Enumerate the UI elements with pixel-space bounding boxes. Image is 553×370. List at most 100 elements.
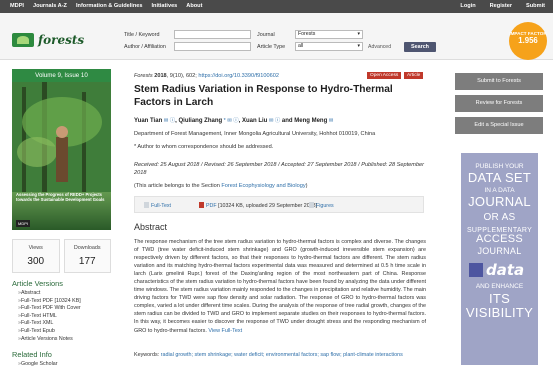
title-keyword-input[interactable] — [174, 30, 251, 39]
data-journal-advertisement[interactable]: PUBLISH YOUR DATA SET IN A DATA JOURNAL … — [461, 153, 538, 365]
abstract-text: The response mechanism of the tree stem … — [134, 238, 426, 335]
views-stat: Views 300 — [12, 239, 60, 273]
pdf-icon — [199, 202, 204, 208]
author-contact-icons[interactable]: ✉ ⓘ — [162, 118, 175, 124]
pdf-label: PDF — [206, 203, 217, 209]
top-navigation-bar: MDPI Journals A-Z Information & Guidelin… — [0, 0, 553, 13]
author-name[interactable]: Qiuliang Zhang — [178, 118, 222, 124]
article-type-badge: Article — [404, 72, 424, 79]
related-info-list: Google Scholar — [18, 361, 58, 369]
version-html-link[interactable]: Full-Text HTML — [18, 313, 81, 321]
article-type-select[interactable]: all — [295, 42, 363, 51]
nav-about[interactable]: About — [186, 3, 202, 9]
journal-cover-image[interactable]: Assessing the Progress of REDD+ Projects… — [12, 82, 111, 230]
ad-text: DATA SET — [467, 170, 532, 185]
submit-to-forests-button[interactable]: Submit to Forests — [455, 73, 543, 90]
version-xml-link[interactable]: Full-Text XML — [18, 320, 81, 328]
citation-journal: Forests — [134, 73, 153, 79]
keywords-label: Keywords: — [134, 352, 160, 358]
keywords: Keywords: radial growth; stem shrinkage;… — [134, 351, 426, 359]
author-input[interactable] — [174, 42, 251, 51]
figures-button[interactable]: Figures — [309, 202, 334, 209]
ad-text: OR AS — [483, 212, 516, 223]
data-logo-icon — [469, 263, 483, 277]
ad-text: AND ENHANCE — [475, 283, 524, 290]
version-pdf-cover-link[interactable]: Full-Text PDF With Cover — [18, 305, 81, 313]
correspondence-note: * Author to whom correspondence should b… — [134, 144, 274, 150]
nav-initiatives[interactable]: Initiatives — [151, 3, 177, 9]
search-button[interactable]: Search — [404, 42, 436, 52]
author-name[interactable]: and Meng Meng — [282, 118, 327, 124]
related-info-heading: Related Info — [12, 350, 52, 359]
section-link[interactable]: Forest Ecophysiology and Biology — [221, 183, 305, 189]
data-logo: data — [469, 261, 524, 279]
impact-factor-value: 1.956 — [518, 36, 538, 45]
data-logo-text: data — [486, 261, 525, 279]
edit-special-issue-button[interactable]: Edit a Special Issue — [455, 117, 543, 134]
register-link[interactable]: Register — [490, 3, 512, 9]
full-text-label: Full-Text — [151, 203, 172, 209]
document-icon — [144, 202, 149, 208]
logo-text: forests — [38, 33, 85, 47]
keywords-links[interactable]: radial growth; stem shrinkage; water def… — [161, 352, 403, 358]
version-epub-link[interactable]: Full-Text Epub — [18, 328, 81, 336]
article-versions-heading: Article Versions — [12, 279, 63, 288]
downloads-label: Downloads — [73, 245, 101, 251]
citation-line: Forests 2018, 9(10), 602; https://doi.or… — [134, 73, 279, 79]
downloads-value: 177 — [78, 256, 96, 267]
author-contact-icons[interactable]: ✉ — [327, 118, 334, 124]
article-metrics: Views 300 Downloads 177 — [12, 239, 111, 273]
version-abstract-link[interactable]: Abstract — [18, 290, 81, 298]
author-label: Author / Affiliation — [124, 44, 166, 50]
review-for-forests-button[interactable]: Review for Forests — [455, 95, 543, 112]
pdf-meta: [10324 KB, uploaded 29 September 2018] — [218, 203, 318, 209]
nav-mdpi[interactable]: MDPI — [10, 3, 24, 9]
views-label: Views — [28, 245, 43, 251]
citation-volume: , 9(10), 602; — [166, 73, 197, 79]
open-access-badge: Open Access — [367, 72, 402, 79]
login-link[interactable]: Login — [460, 3, 475, 9]
journal-label: Journal — [257, 32, 275, 38]
author-contact-icons[interactable]: ✉ ⓘ — [267, 118, 280, 124]
cover-publisher: MDPI — [16, 220, 30, 227]
abstract-heading: Abstract — [134, 222, 168, 232]
ad-text: JOURNAL — [477, 246, 522, 256]
ad-text: VISIBILITY — [465, 305, 534, 320]
version-notes-link[interactable]: Article Versions Notes — [18, 336, 81, 344]
version-pdf-link[interactable]: Full-Text PDF [10324 KB] — [18, 298, 81, 306]
advanced-search-link[interactable]: Advanced — [368, 44, 391, 50]
impact-factor-badge[interactable]: IMPACT FACTOR 1.956 — [509, 22, 547, 60]
full-text-button[interactable]: Full-Text — [144, 202, 171, 209]
ad-text: ITS — [488, 291, 511, 306]
affiliation: Department of Forest Management, Inner M… — [134, 131, 376, 137]
nav-information[interactable]: Information & Guidelines — [76, 3, 143, 9]
title-keyword-label: Title / Keyword — [124, 32, 160, 38]
views-value: 300 — [27, 256, 45, 267]
section-note: (This article belongs to the Section For… — [134, 183, 308, 189]
author-name[interactable]: Xuan Liu — [242, 118, 267, 124]
nav-journals[interactable]: Journals A-Z — [33, 3, 67, 9]
forest-illustration — [12, 82, 111, 192]
view-full-text-link[interactable]: View Full-Text — [208, 328, 242, 334]
author-name[interactable]: Yuan Tian — [134, 118, 162, 124]
section-note-suffix: ) — [305, 183, 308, 189]
author-contact-icons[interactable]: * ✉ ⓘ — [222, 118, 239, 124]
doi-link[interactable]: https://doi.org/10.3390/f9100602 — [198, 73, 279, 79]
leaf-icon — [12, 33, 34, 47]
forests-logo[interactable]: forests — [12, 33, 84, 47]
ad-text: IN A DATA — [484, 187, 515, 194]
submit-link[interactable]: Submit — [526, 3, 545, 9]
figures-label: Figures — [316, 203, 334, 209]
top-nav: MDPI Journals A-Z Information & Guidelin… — [10, 3, 202, 9]
pdf-download-button[interactable]: PDF [10324 KB, uploaded 29 September 201… — [199, 202, 317, 209]
journal-select[interactable]: Forests — [295, 30, 363, 39]
volume-issue-bar[interactable]: Volume 9, Issue 10 — [12, 69, 111, 82]
journal-header: forests — [0, 13, 553, 60]
ad-text: JOURNAL — [468, 194, 531, 209]
figure-icon — [309, 202, 314, 208]
google-scholar-link[interactable]: Google Scholar — [18, 361, 58, 369]
account-nav: Login Register Submit — [460, 3, 545, 9]
downloads-stat: Downloads 177 — [63, 239, 111, 273]
author-list: Yuan Tian ✉ ⓘ, Qiuliang Zhang * ✉ ⓘ, Xua… — [134, 118, 334, 124]
article-type-label: Article Type — [257, 44, 286, 50]
